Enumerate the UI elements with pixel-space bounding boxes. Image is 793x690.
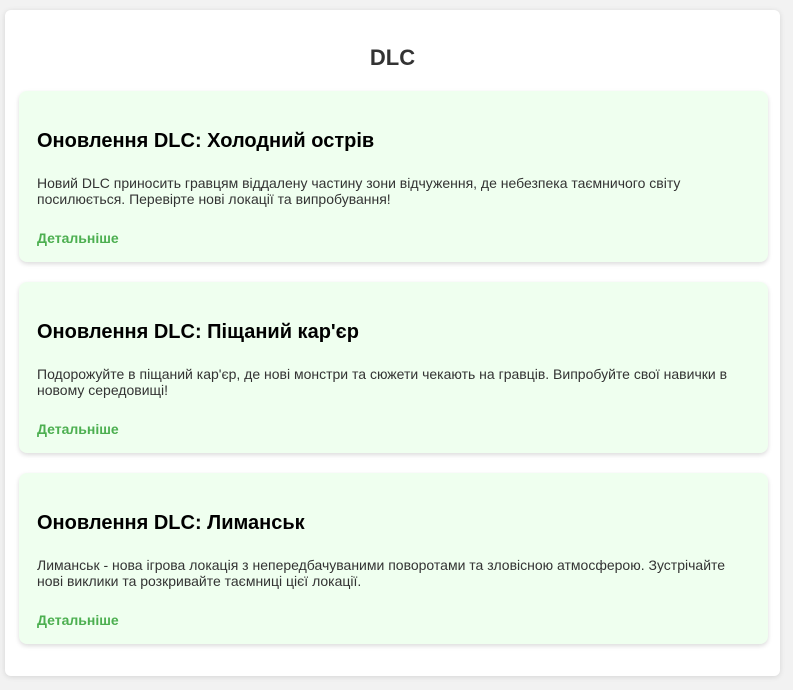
card-description: Лиманськ - нова ігрова локація з неперед… [37, 557, 726, 589]
main-container: DLC Оновлення DLC: Холодний острів Новий… [5, 10, 780, 676]
dlc-card-limansk: Оновлення DLC: Лиманськ Лиманськ - нова … [19, 473, 768, 644]
card-title: Оновлення DLC: Лиманськ [37, 512, 305, 534]
details-link[interactable]: Детальніше [37, 229, 119, 247]
dlc-card-sand-quarry: Оновлення DLC: Піщаний кар'єр Подорожуйт… [19, 282, 768, 453]
details-link[interactable]: Детальніше [37, 611, 119, 629]
card-description: Новий DLC приносить гравцям віддалену ча… [37, 175, 681, 207]
dlc-card-cold-island: Оновлення DLC: Холодний острів Новий DLC… [19, 91, 768, 262]
page-title: DLC [369, 45, 416, 70]
card-title: Оновлення DLC: Холодний острів [37, 130, 375, 152]
card-title: Оновлення DLC: Піщаний кар'єр [37, 321, 359, 343]
details-link[interactable]: Детальніше [37, 420, 119, 438]
card-description: Подорожуйте в піщаний кар'єр, де нові мо… [37, 366, 728, 398]
